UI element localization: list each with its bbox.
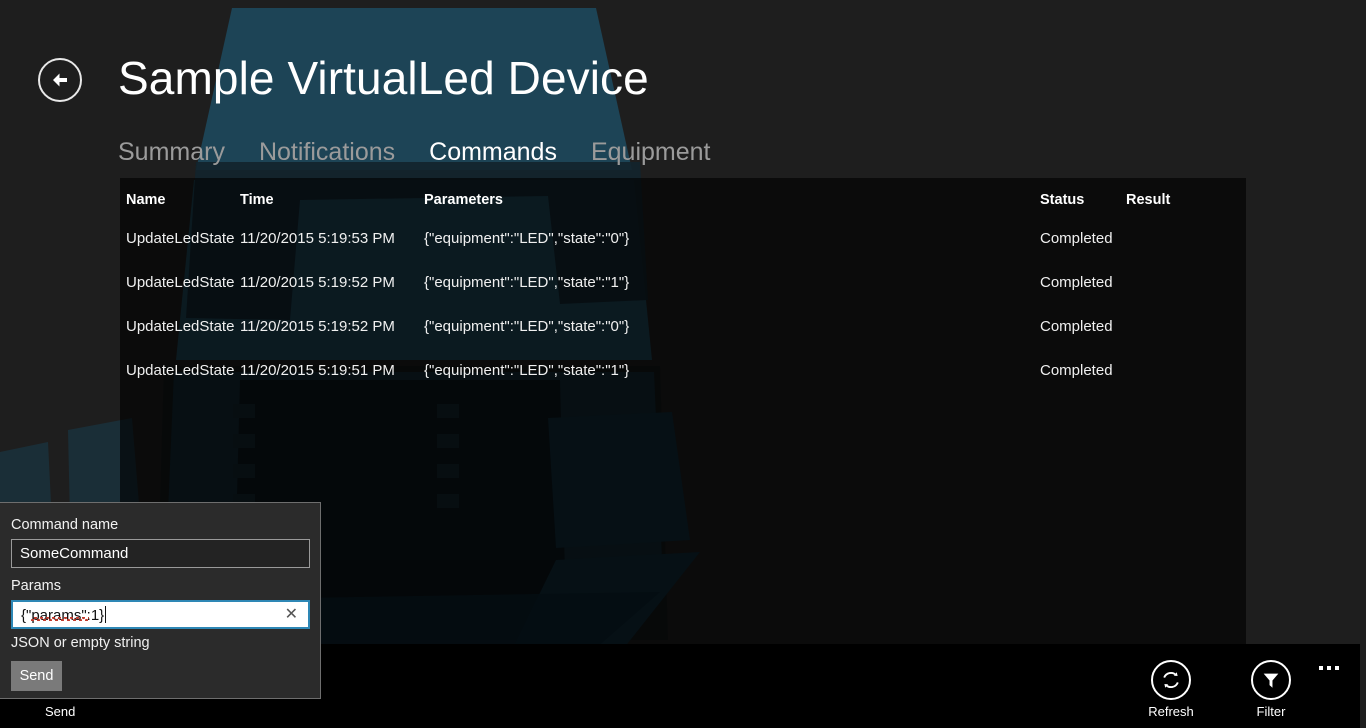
tab-bar: Summary Notifications Commands Equipment (118, 136, 711, 168)
tab-summary[interactable]: Summary (118, 136, 225, 168)
cell-name: UpdateLedState (126, 273, 235, 291)
params-helper-text: JSON or empty string (11, 635, 150, 651)
cell-name: UpdateLedState (126, 361, 235, 379)
params-input[interactable]: {"params":1} ✕ (11, 600, 310, 629)
cell-parameters: {"equipment":"LED","state":"1"} (424, 361, 630, 379)
cell-parameters: {"equipment":"LED","state":"0"} (424, 317, 630, 335)
column-header-time[interactable]: Time (240, 178, 424, 216)
text-caret (105, 605, 107, 623)
appbar-send-label[interactable]: Send (45, 704, 75, 720)
tab-equipment[interactable]: Equipment (591, 136, 711, 168)
cell-result (1126, 260, 1246, 304)
send-button[interactable]: Send (11, 661, 62, 691)
cell-name: UpdateLedState (126, 229, 235, 247)
close-icon[interactable]: ✕ (285, 606, 300, 623)
right-edge-strip (1360, 0, 1366, 728)
cell-time: 11/20/2015 5:19:52 PM (240, 273, 395, 291)
column-header-parameters[interactable]: Parameters (424, 178, 1040, 216)
tab-notifications[interactable]: Notifications (259, 136, 395, 168)
app-bar-commands: Refresh Filter (1126, 660, 1316, 720)
cell-result (1126, 216, 1246, 260)
cell-time: 11/20/2015 5:19:51 PM (240, 361, 395, 379)
page-title: Sample VirtualLed Device (118, 52, 649, 104)
table-row[interactable]: UpdateLedState 11/20/2015 5:19:51 PM {"e… (120, 348, 1246, 392)
ellipsis-dot (1327, 666, 1331, 670)
commands-table: Name Time Parameters Status Result Updat… (120, 178, 1246, 392)
cell-time: 11/20/2015 5:19:52 PM (240, 317, 395, 335)
cell-status: Completed (1040, 229, 1113, 247)
send-command-flyout: Command name SomeCommand Params {"params… (0, 502, 321, 699)
filter-label: Filter (1256, 704, 1286, 719)
command-name-label: Command name (11, 517, 119, 533)
table-row[interactable]: UpdateLedState 11/20/2015 5:19:53 PM {"e… (120, 216, 1246, 260)
cell-parameters: {"equipment":"LED","state":"0"} (424, 229, 630, 247)
cell-status: Completed (1040, 317, 1113, 335)
column-header-name[interactable]: Name (120, 178, 240, 216)
table-header-row: Name Time Parameters Status Result (120, 178, 1246, 216)
params-label: Params (11, 578, 61, 594)
app-window: Sample VirtualLed Device Summary Notific… (0, 0, 1366, 728)
refresh-icon (1151, 660, 1191, 700)
cell-status: Completed (1040, 273, 1113, 291)
refresh-button[interactable]: Refresh (1126, 660, 1216, 720)
cell-time: 11/20/2015 5:19:53 PM (240, 229, 395, 247)
cell-status: Completed (1040, 361, 1113, 379)
tab-commands[interactable]: Commands (429, 136, 557, 168)
cell-parameters: {"equipment":"LED","state":"1"} (424, 273, 630, 291)
back-arrow-icon (48, 68, 72, 92)
funnel-icon (1251, 660, 1291, 700)
table-row[interactable]: UpdateLedState 11/20/2015 5:19:52 PM {"e… (120, 260, 1246, 304)
ellipsis-dot (1335, 666, 1339, 670)
cell-result (1126, 348, 1246, 392)
command-name-input[interactable]: SomeCommand (11, 539, 310, 568)
ellipsis-icon[interactable] (1314, 658, 1344, 678)
ellipsis-dot (1319, 666, 1323, 670)
refresh-label: Refresh (1148, 704, 1194, 719)
page-header: Sample VirtualLed Device Summary Notific… (0, 0, 1366, 178)
back-button[interactable] (38, 58, 82, 102)
column-header-result[interactable]: Result (1126, 178, 1246, 216)
params-input-value: {"params":1} (21, 605, 107, 624)
spellcheck-underline (31, 616, 89, 621)
column-header-status[interactable]: Status (1040, 178, 1126, 216)
filter-button[interactable]: Filter (1226, 660, 1316, 720)
table-row[interactable]: UpdateLedState 11/20/2015 5:19:52 PM {"e… (120, 304, 1246, 348)
cell-name: UpdateLedState (126, 317, 235, 335)
cell-result (1126, 304, 1246, 348)
